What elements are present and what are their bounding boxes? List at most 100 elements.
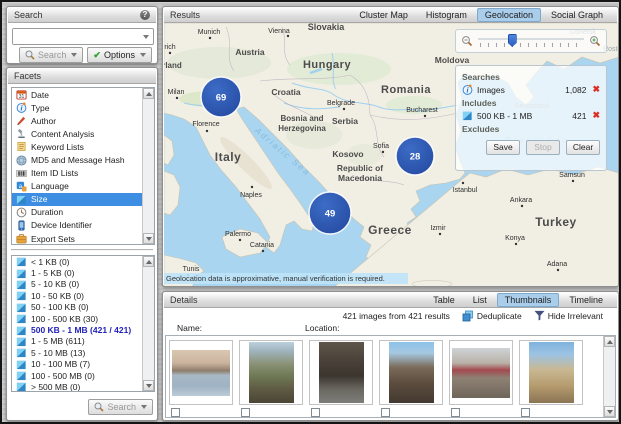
tab-table[interactable]: Table [425, 293, 463, 307]
thumbnails-scrollbar[interactable] [603, 336, 615, 417]
scroll-down-icon[interactable] [143, 380, 154, 391]
search-combobox [12, 28, 154, 45]
clear-button[interactable]: Clear [566, 140, 600, 155]
city-label: Vienna [268, 28, 290, 35]
facet-list: 31DateiTypeAuthorContent AnalysisKeyword… [11, 87, 155, 245]
options-button[interactable]: ✔ Options [87, 47, 152, 63]
size-icon [16, 359, 27, 370]
remove-constraint-icon[interactable]: ✖ [592, 85, 600, 94]
facet-item-duration[interactable]: Duration [12, 206, 142, 219]
facet-item-device-identifier[interactable]: Device Identifier [12, 219, 142, 232]
thumbnail-coastal-sunset-photo[interactable] [169, 340, 233, 405]
deduplicate-button[interactable]: Deduplicate [462, 310, 522, 322]
map-disclaimer: Geolocation data is approximative, manua… [164, 273, 408, 284]
combobox-dropdown-icon[interactable] [139, 29, 153, 44]
thumbnail-checkbox[interactable] [521, 408, 530, 417]
city-dot [462, 182, 464, 184]
size-value-item[interactable]: < 1 KB (0) [12, 256, 142, 267]
size-value-item[interactable]: 100 - 500 MB (0) [12, 370, 142, 381]
country-label: Serbia [332, 116, 358, 126]
thumbnail-baroque-church-photo[interactable] [519, 340, 583, 405]
tab-geolocation[interactable]: Geolocation [477, 8, 541, 22]
geolocation-map[interactable]: Adriatic SeaBlack SeaSlovakiaAustriaHung… [164, 23, 617, 285]
scroll-up-icon[interactable] [604, 336, 615, 347]
thumbnail-checkbox[interactable] [451, 408, 460, 417]
city-dot [287, 35, 289, 37]
size-value-item[interactable]: 50 - 100 KB (0) [12, 302, 142, 313]
search-button[interactable]: Search [19, 47, 84, 63]
city-dot [424, 115, 426, 117]
thumbnail-old-town-cobbled-street-photo[interactable] [309, 340, 373, 405]
thumbnail-narrow-alley-photo[interactable] [379, 340, 443, 405]
size-value-item[interactable]: 100 - 500 KB (30) [12, 313, 142, 324]
tab-list[interactable]: List [465, 293, 495, 307]
thumbnail-checkbox[interactable] [381, 408, 390, 417]
hide-irrelevant-button[interactable]: Hide Irrelevant [534, 310, 603, 321]
facet-item-size[interactable]: Size [12, 193, 142, 206]
remove-constraint-icon[interactable]: ✖ [592, 111, 600, 120]
facet-item-content-analysis[interactable]: Content Analysis [12, 127, 142, 140]
size-value-item[interactable]: 1 - 5 KB (0) [12, 267, 142, 278]
tab-cluster-map[interactable]: Cluster Map [351, 8, 416, 22]
facet-item-date[interactable]: 31Date [12, 88, 142, 101]
facet-item-label: MD5 and Message Hash [31, 155, 125, 165]
thumbnail-house-flower-boxes-photo[interactable] [449, 340, 513, 405]
city-label: Milan [168, 89, 185, 96]
size-value-item[interactable]: 10 - 100 MB (7) [12, 359, 142, 370]
cluster-count: 49 [325, 209, 336, 220]
tab-thumbnails[interactable]: Thumbnails [497, 293, 560, 307]
facet-item-md5-and-message-hash[interactable]: MD5 and Message Hash [12, 153, 142, 166]
zoom-track[interactable] [478, 34, 584, 48]
size-value-item[interactable]: 5 - 10 KB (0) [12, 279, 142, 290]
date-icon: 31 [16, 89, 27, 100]
stop-button[interactable]: Stop [526, 140, 560, 155]
md5-icon [16, 155, 27, 166]
facet-item-type[interactable]: iType [12, 101, 142, 114]
constraint-label: Images [477, 85, 561, 95]
size-value-label: 5 - 10 MB (13) [31, 348, 85, 358]
details-panel-title: Details [170, 295, 198, 305]
facet-search-button[interactable]: Search [88, 399, 153, 415]
facet-item-export-sets[interactable]: Export Sets [12, 232, 142, 244]
facet-list-scrollbar[interactable] [142, 88, 154, 244]
thumbnail-checkbox[interactable] [171, 408, 180, 417]
facet-item-item-id-lists[interactable]: Item ID Lists [12, 167, 142, 180]
facet-item-label: Export Sets [31, 234, 75, 244]
tab-histogram[interactable]: Histogram [418, 8, 475, 22]
size-value-item[interactable]: 500 KB - 1 MB (421 / 421) [12, 324, 142, 335]
thumbnail-image [529, 342, 574, 403]
facet-item-keyword-lists[interactable]: Keyword Lists [12, 140, 142, 153]
size-value-item[interactable]: 10 - 50 KB (0) [12, 290, 142, 301]
size-icon [16, 325, 27, 336]
scroll-down-icon[interactable] [604, 406, 615, 417]
size-value-item[interactable]: 5 - 10 MB (13) [12, 347, 142, 358]
thumbnail-checkbox[interactable] [241, 408, 250, 417]
facet-search-dropdown-icon[interactable] [141, 405, 147, 409]
country-label: Austria [235, 47, 265, 57]
city-dot [206, 130, 208, 132]
size-list-scrollbar[interactable] [142, 256, 154, 391]
search-input[interactable] [13, 29, 139, 44]
magnifier-icon [25, 50, 35, 60]
search-dropdown-icon[interactable] [71, 53, 77, 57]
zoom-out-icon[interactable] [461, 35, 473, 47]
city-label: Istanbul [453, 187, 478, 194]
thumbnail-checkbox[interactable] [311, 408, 320, 417]
city-label: Palermo [225, 231, 251, 238]
zoom-in-icon[interactable] [589, 35, 601, 47]
size-value-item[interactable]: > 500 MB (0) [12, 381, 142, 391]
city-dot [209, 37, 211, 39]
help-icon[interactable]: ? [140, 10, 150, 20]
size-value-item[interactable]: 1 - 5 MB (611) [12, 336, 142, 347]
tab-social-graph[interactable]: Social Graph [543, 8, 611, 22]
facet-item-language[interactable]: aLanguage [12, 180, 142, 193]
options-dropdown-icon[interactable] [140, 53, 146, 57]
scroll-down-icon[interactable] [143, 233, 154, 244]
facet-item-author[interactable]: Author [12, 114, 142, 127]
thumbnail-hillside-street-flowers-photo[interactable] [239, 340, 303, 405]
tab-timeline[interactable]: Timeline [561, 293, 611, 307]
scroll-up-icon[interactable] [143, 88, 154, 99]
scroll-up-icon[interactable] [143, 256, 154, 267]
language-icon: a [16, 181, 27, 192]
save-button[interactable]: Save [486, 140, 520, 155]
